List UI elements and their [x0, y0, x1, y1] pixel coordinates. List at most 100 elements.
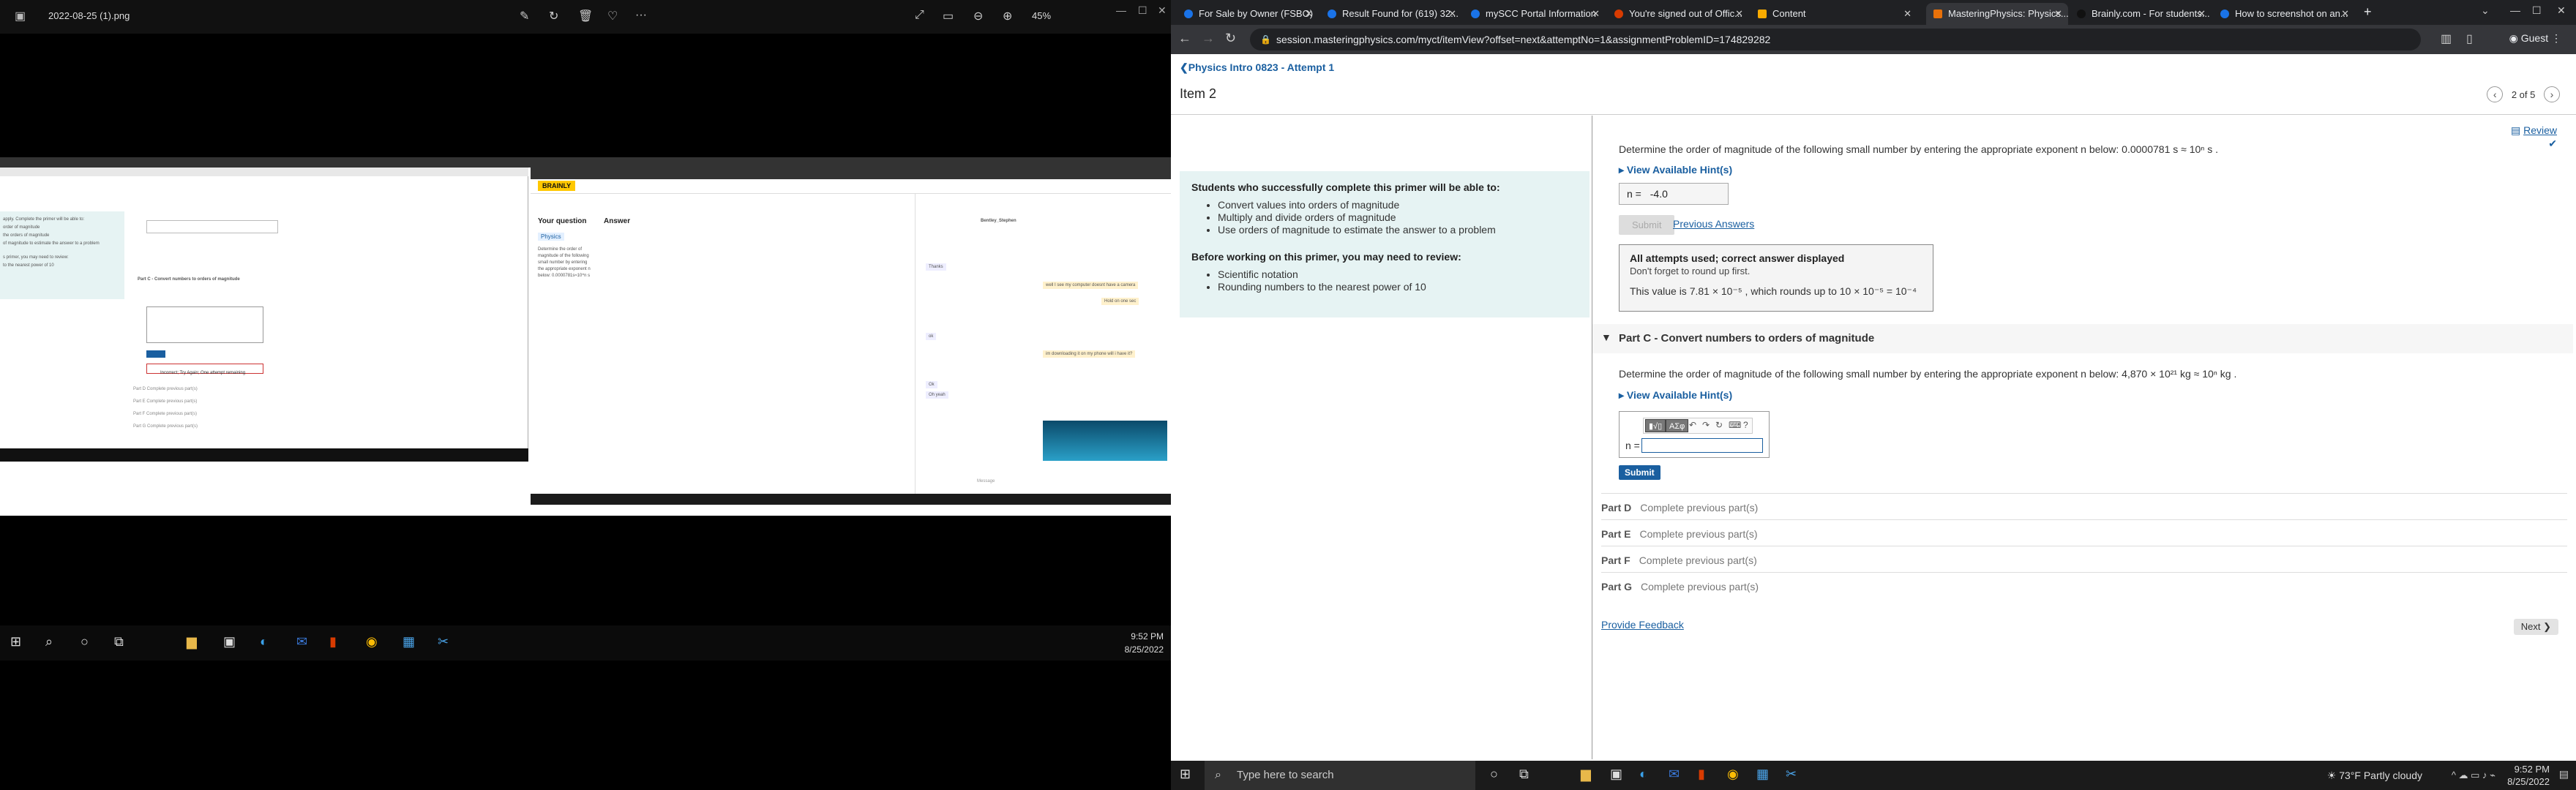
part-b-hint-link[interactable]: ▸ View Available Hint(s)	[1619, 164, 1732, 176]
chat-image-attachment	[1043, 421, 1167, 461]
inner-browser-chrome	[531, 157, 1171, 179]
breadcrumb[interactable]: ❮Physics Intro 0823 - Attempt 1	[1180, 61, 1334, 74]
tab-close-icon[interactable]: ✕	[1448, 3, 1456, 25]
store-icon[interactable]: ▣	[1610, 767, 1622, 782]
file-explorer-icon[interactable]: ▆	[1581, 767, 1591, 782]
tab-office[interactable]: You're signed out of Offic... ✕	[1607, 3, 1749, 25]
keyboard-icon[interactable]: ⌨	[1729, 420, 1741, 430]
reset-icon[interactable]: ↻	[1715, 420, 1723, 430]
windows-start-icon[interactable]: ⊞	[1180, 767, 1191, 782]
reload-icon[interactable]: ↻	[1225, 31, 1236, 46]
zoom-in-icon[interactable]: ⊕	[1003, 9, 1012, 23]
feedback-title: All attempts used; correct answer displa…	[1630, 252, 1845, 264]
side-panel-icon[interactable]: ▯	[2466, 31, 2473, 46]
slideshow-icon[interactable]: ▭	[943, 9, 954, 23]
taskbar-clock[interactable]: 9:52 PM 8/25/2022	[2507, 763, 2550, 788]
delete-icon[interactable]: 🗑	[578, 9, 593, 23]
maximize-icon[interactable]: ☐	[1138, 4, 1147, 17]
inner-taskbar	[0, 448, 528, 462]
minimize-icon[interactable]: —	[1116, 4, 1126, 16]
hint-label: View Available Hint(s)	[1626, 164, 1733, 176]
notification-icon[interactable]: ▤	[2559, 768, 2569, 780]
new-tab-icon[interactable]: +	[2364, 4, 2372, 20]
part-c-hint-link[interactable]: ▸ View Available Hint(s)	[1619, 389, 1732, 402]
templates-button[interactable]: ▮√▯	[1645, 419, 1666, 432]
part-c-answer-input[interactable]	[1641, 438, 1763, 453]
minimize-icon[interactable]: —	[2510, 4, 2520, 16]
more-icon[interactable]: ···	[635, 9, 647, 22]
viewer-titlebar: ▣ 2022-08-25 (1).png ✎ ↻ 🗑 ♡ ··· ⤢ ▭ ⊖ ⊕…	[0, 0, 1171, 34]
chrome-icon[interactable]: ◉	[1727, 767, 1739, 782]
tab-fsbo[interactable]: For Sale by Owner (FSBO) ✕	[1177, 3, 1319, 25]
zoom-out-icon[interactable]: ⊖	[973, 9, 983, 23]
maximize-icon[interactable]: ☐	[2532, 4, 2542, 17]
previous-answers-link[interactable]: Previous Answers	[1673, 218, 1754, 230]
tab-screenshot-howto[interactable]: How to screenshot on an... ✕	[2213, 3, 2355, 25]
inner-part-row: Part G Complete previous part(s)	[133, 424, 198, 429]
n-label: n =	[1627, 188, 1641, 200]
cortana-icon[interactable]: ○	[1490, 767, 1498, 782]
next-item-button[interactable]: ›	[2544, 86, 2560, 102]
office-icon[interactable]: ▮	[1698, 767, 1705, 782]
profile-button[interactable]: ◉ Guest ⋮	[2509, 32, 2561, 45]
task-view-icon[interactable]: ⧉	[1519, 767, 1529, 782]
inner-question-text: Determine the order of magnitude of the …	[538, 247, 591, 278]
tab-search-icon[interactable]: ⌄	[2481, 4, 2490, 17]
tab-close-icon[interactable]: ✕	[1305, 3, 1313, 25]
url-field[interactable]: 🔒 session.masteringphysics.com/myct/item…	[1250, 29, 2421, 50]
tab-brainly[interactable]: Brainly.com - For students... ✕	[2070, 3, 2212, 25]
tray-icons[interactable]: ^ ☁ ▭ ♪ ⌁	[2452, 770, 2496, 781]
review-link[interactable]: ▤ Review	[2511, 124, 2557, 137]
tab-close-icon[interactable]: ✕	[2054, 3, 2062, 25]
prev-item-button[interactable]: ‹	[2487, 86, 2504, 102]
chat-message: im downloading it on my phone will i hav…	[1043, 350, 1136, 358]
part-c-submit-button[interactable]: Submit	[1619, 465, 1660, 480]
rotate-icon[interactable]: ↻	[549, 9, 558, 23]
primer-box: Students who successfully complete this …	[1180, 171, 1590, 317]
collapse-icon: ▼	[1601, 331, 1611, 343]
tab-close-icon[interactable]: ✕	[2198, 3, 2206, 25]
tab-close-icon[interactable]: ✕	[1592, 3, 1600, 25]
tab-label: For Sale by Owner (FSBO)	[1199, 8, 1314, 19]
redo-icon[interactable]: ↷	[1702, 420, 1710, 430]
inner-primer-line: to the nearest power of 10	[3, 263, 54, 268]
fullscreen-icon[interactable]: ⤢	[915, 9, 924, 22]
tab-content[interactable]: Content ✕	[1751, 3, 1917, 25]
close-icon[interactable]: ✕	[2557, 4, 2566, 17]
provide-feedback-link[interactable]: Provide Feedback	[1601, 619, 1684, 631]
calculator-icon[interactable]: ▦	[1756, 767, 1769, 782]
tab-result[interactable]: Result Found for (619) 32... ✕	[1320, 3, 1462, 25]
edit-icon[interactable]: ✎	[520, 9, 529, 23]
inner-chat-user: Bentley_Stephen	[981, 219, 1016, 223]
tab-label: Content	[1772, 8, 1806, 19]
snip-icon[interactable]: ✂	[1786, 767, 1797, 782]
tab-mastering-physics[interactable]: MasteringPhysics: Physics... ✕	[1926, 3, 2068, 25]
weather-widget[interactable]: ☀ 73°F Partly cloudy	[2327, 770, 2422, 782]
taskbar-search[interactable]: ⌕ Type here to search	[1205, 761, 1475, 790]
tab-close-icon[interactable]: ✕	[1903, 3, 1912, 25]
tab-close-icon[interactable]: ✕	[1735, 3, 1743, 25]
close-icon[interactable]: ✕	[1158, 4, 1167, 17]
help-icon[interactable]: ?	[1743, 420, 1748, 430]
windows-taskbar: ⊞ ⌕ Type here to search ○ ⧉ ▆ ▣ ◐ ✉ ▮ ◉ …	[1171, 761, 2576, 790]
chat-message: well I see my computer doesnt have a cam…	[1043, 282, 1139, 289]
mail-icon[interactable]: ✉	[1669, 767, 1680, 782]
review-label: Review	[2523, 124, 2557, 136]
tab-close-icon[interactable]: ✕	[2341, 3, 2349, 25]
tab-myscc[interactable]: mySCC Portal Information ✕	[1464, 3, 1606, 25]
math-toolbar: ▮√▯ ΑΣφ ↶ ↷ ↻ ⌨ ?	[1643, 418, 1753, 434]
favorite-icon[interactable]: ♡	[607, 9, 618, 23]
edge-icon[interactable]: ◐	[1639, 767, 1647, 782]
edge-icon: ◐	[260, 634, 268, 649]
back-icon[interactable]: ←	[1178, 31, 1191, 46]
next-button[interactable]: Next ❯	[2513, 619, 2558, 635]
undo-icon[interactable]: ↶	[1689, 420, 1696, 430]
part-c-header[interactable]: ▼ Part C - Convert numbers to orders of …	[1592, 324, 2573, 353]
inner-primer-line: apply. Complete the primer will be able …	[3, 217, 85, 222]
symbols-button[interactable]: ΑΣφ	[1666, 419, 1689, 432]
split-icon[interactable]: ▥	[2441, 31, 2452, 46]
primer-review-heading: Before working on this primer, you may n…	[1191, 251, 1461, 263]
part-name: Part G	[1601, 581, 1633, 592]
tab-label: Result Found for (619) 32...	[1342, 8, 1459, 19]
pager-text: 2 of 5	[2511, 89, 2536, 100]
